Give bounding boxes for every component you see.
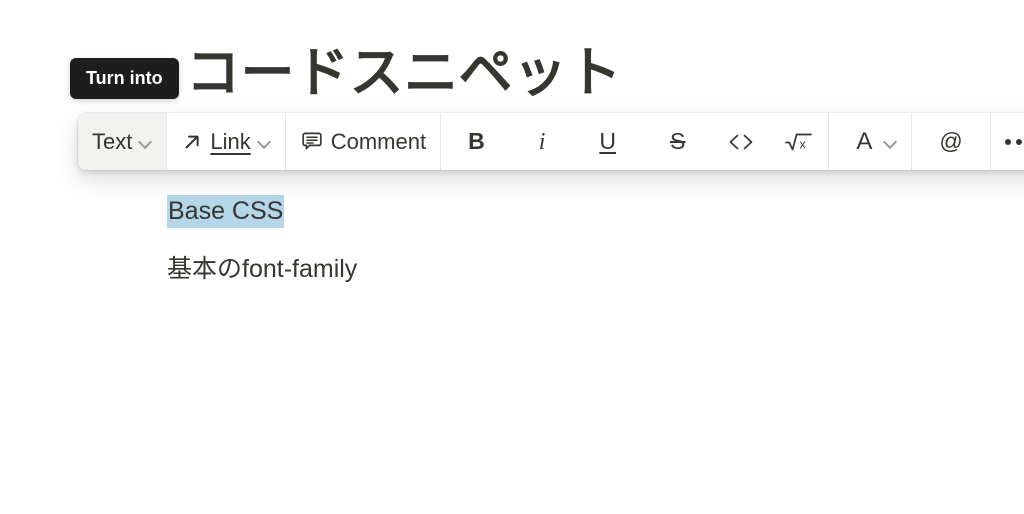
svg-text:x: x: [800, 137, 807, 151]
mention-button[interactable]: @: [912, 113, 989, 170]
formatting-toolbar: Text Link Comment B i U S x A @: [78, 113, 1024, 170]
underline-button[interactable]: U: [572, 113, 643, 170]
more-options-button[interactable]: [991, 113, 1024, 170]
block-type-dropdown[interactable]: Text: [78, 113, 167, 170]
inline-code-button[interactable]: [712, 113, 770, 170]
chevron-down-icon: [258, 135, 271, 148]
comment-button[interactable]: Comment: [286, 113, 440, 170]
arrow-up-right-icon: [181, 131, 203, 153]
link-button[interactable]: Link: [167, 113, 284, 170]
text-selection[interactable]: Base CSS: [167, 195, 285, 228]
at-sign-glyph: @: [939, 128, 963, 154]
block-type-label: Text: [92, 128, 133, 154]
comment-label: Comment: [330, 128, 427, 154]
italic-glyph: i: [538, 128, 546, 155]
strikethrough-glyph: S: [670, 128, 686, 154]
selected-text-line[interactable]: Base CSS: [167, 195, 285, 228]
text-color-button[interactable]: A: [829, 113, 911, 170]
turn-into-tooltip: Turn into: [70, 58, 179, 99]
code-brackets-icon: [726, 131, 756, 153]
underline-glyph: U: [599, 128, 616, 154]
link-label: Link: [210, 128, 251, 154]
tooltip-label: Turn into: [86, 68, 163, 88]
bold-glyph: B: [468, 128, 485, 154]
ellipsis-icon: [1004, 138, 1024, 145]
square-root-icon: x: [784, 130, 814, 154]
inline-format-group: B i U S x: [441, 113, 828, 170]
italic-button[interactable]: i: [512, 113, 573, 170]
body-text-line[interactable]: 基本のfont-family: [167, 253, 357, 286]
comment-bubble-icon: [300, 130, 324, 154]
chevron-down-icon: [139, 135, 152, 148]
page-title[interactable]: コードスニペット: [186, 42, 622, 106]
bold-button[interactable]: B: [441, 113, 512, 170]
chevron-down-icon: [884, 135, 897, 148]
strikethrough-button[interactable]: S: [643, 113, 712, 170]
text-color-glyph: A: [856, 127, 873, 155]
equation-button[interactable]: x: [770, 113, 828, 170]
